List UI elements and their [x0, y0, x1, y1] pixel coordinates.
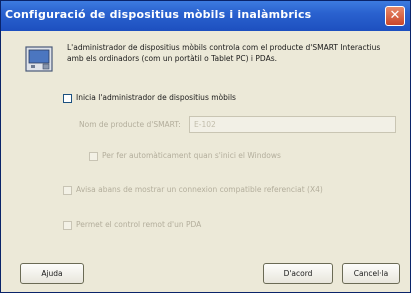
window-title: Configuració de dispositius mòbils i ina…	[5, 8, 312, 21]
auto-start-checkbox[interactable]	[89, 152, 98, 161]
help-button[interactable]: Ajuda	[20, 263, 84, 284]
config-dialog: Configuració de dispositius mòbils i ina…	[0, 0, 411, 293]
cancel-button[interactable]: Cancel·la	[342, 263, 400, 284]
ok-button[interactable]: D'acord	[263, 263, 333, 284]
warn-checkbox[interactable]	[63, 186, 72, 195]
start-manager-checkbox[interactable]	[63, 94, 72, 103]
product-name-label: Nom de producte d'SMART:	[79, 120, 181, 129]
mobile-device-icon	[25, 46, 53, 72]
remote-pda-label: Permet el control remot d'un PDA	[76, 220, 202, 229]
product-name-field[interactable]: E-102	[189, 116, 396, 133]
info-description: L'administrador de dispositius mòbils co…	[67, 43, 381, 63]
start-manager-label: Inicia l'administrador de dispositius mò…	[76, 93, 236, 102]
warn-label: Avisa abans de mostrar un connexion comp…	[76, 185, 323, 194]
title-bar[interactable]: Configuració de dispositius mòbils i ina…	[1, 1, 410, 31]
remote-pda-checkbox[interactable]	[63, 221, 72, 230]
auto-start-label: Per fer automàticament quan s'inici el W…	[102, 151, 281, 160]
close-icon[interactable]: ✕	[385, 6, 405, 26]
